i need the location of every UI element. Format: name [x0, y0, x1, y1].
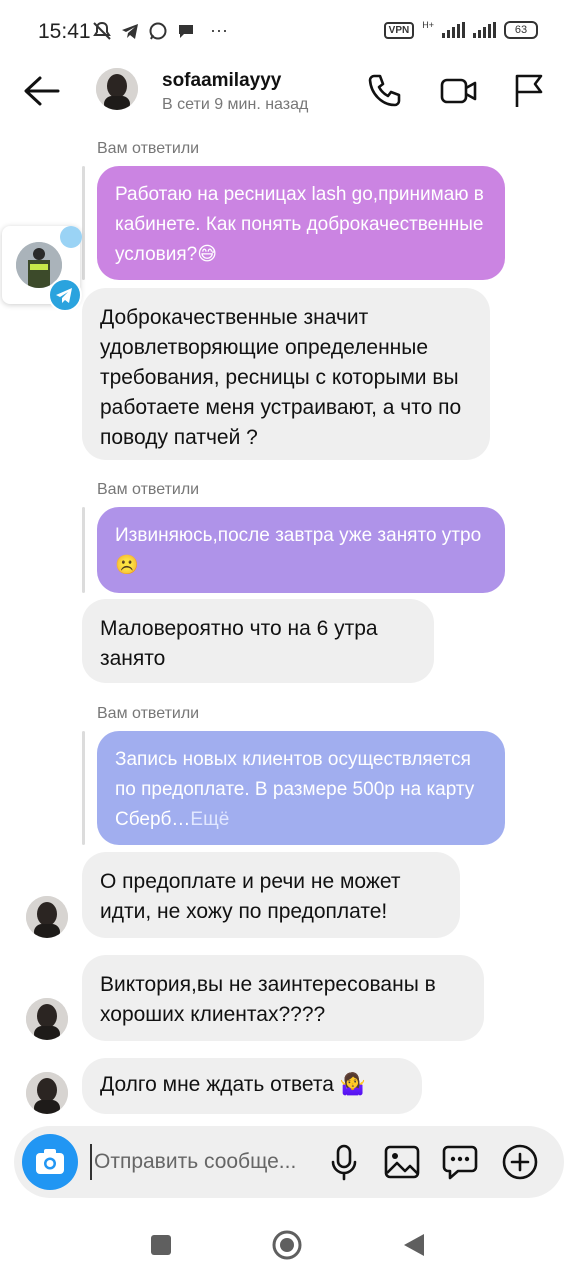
quoted-message[interactable]: Извиняюсь,после завтра уже занято утро☹️	[97, 507, 505, 593]
avatar-image	[26, 998, 68, 1040]
message-bubble[interactable]: Долго мне ждать ответа 🤷‍♀️	[82, 1058, 422, 1114]
avatar-image	[26, 896, 68, 938]
whatsapp-icon	[149, 22, 167, 39]
chat-username[interactable]: sofaamilayyy	[162, 70, 281, 92]
more-notifications-icon: ···	[210, 20, 228, 40]
avatar[interactable]	[26, 998, 68, 1040]
signal-icon-2	[473, 22, 496, 38]
avatar[interactable]	[26, 1072, 68, 1114]
microphone-icon[interactable]	[324, 1142, 364, 1182]
message-bubble[interactable]: Виктория,вы не заинтересованы в хороших …	[82, 955, 484, 1041]
gallery-icon[interactable]	[382, 1142, 422, 1182]
back-arrow-icon[interactable]	[22, 74, 62, 108]
vpn-badge: VPN	[383, 21, 415, 39]
message-bubble[interactable]: Маловероятно что на 6 утра занято	[82, 599, 434, 683]
system-nav-bar	[0, 1210, 576, 1280]
reply-indicator	[82, 166, 85, 280]
status-bar: 15:41 ··· VPN H+ 63	[0, 0, 576, 60]
reply-label: Вам ответили	[97, 481, 200, 498]
quoted-message[interactable]: Запись новых клиентов осуществляется по …	[97, 731, 505, 845]
signal-icon	[442, 22, 465, 38]
telegram-icon	[48, 278, 82, 312]
home-button[interactable]	[272, 1230, 302, 1260]
add-plus-icon[interactable]	[500, 1142, 540, 1182]
system-icons: VPN H+ 63	[383, 20, 538, 40]
chat-header: sofaamilayyy В сети 9 мин. назад	[0, 60, 576, 124]
avatar-image	[96, 68, 138, 110]
camera-icon	[36, 1149, 64, 1174]
telegram-icon	[122, 23, 138, 39]
avatar[interactable]	[96, 68, 138, 110]
notification-icons: ···	[92, 20, 228, 41]
message-input[interactable]	[90, 1144, 330, 1180]
recents-button[interactable]	[150, 1234, 172, 1256]
flag-icon[interactable]	[510, 72, 548, 110]
avatar-image	[26, 1072, 68, 1114]
message-icon	[179, 24, 193, 38]
mute-bell-icon	[93, 21, 111, 40]
back-button[interactable]	[402, 1232, 426, 1258]
reply-indicator	[82, 507, 85, 593]
reply-indicator	[82, 731, 85, 845]
video-camera-icon[interactable]	[440, 72, 478, 110]
online-status: В сети 9 мин. назад	[162, 96, 309, 113]
network-type: H+	[422, 20, 434, 30]
clock: 15:41	[38, 20, 91, 43]
reply-label: Вам ответили	[97, 705, 200, 722]
message-bubble[interactable]: Доброкачественные значит удовлетворяющие…	[82, 288, 490, 460]
quoted-message[interactable]: Работаю на ресницах lash go,принимаю в к…	[97, 166, 505, 280]
more-link[interactable]: Ещё	[190, 809, 229, 830]
sticker-chat-icon[interactable]	[440, 1142, 480, 1182]
message-bubble[interactable]: О предоплате и речи не может идти, не хо…	[82, 852, 460, 938]
unread-dot	[60, 226, 82, 248]
message-composer	[14, 1126, 564, 1198]
avatar[interactable]	[26, 896, 68, 938]
quoted-text: Запись новых клиентов осуществляется по …	[115, 749, 475, 830]
battery-icon: 63	[504, 21, 538, 39]
phone-icon[interactable]	[366, 72, 404, 110]
camera-button[interactable]	[22, 1134, 78, 1190]
reply-label: Вам ответили	[97, 140, 200, 157]
